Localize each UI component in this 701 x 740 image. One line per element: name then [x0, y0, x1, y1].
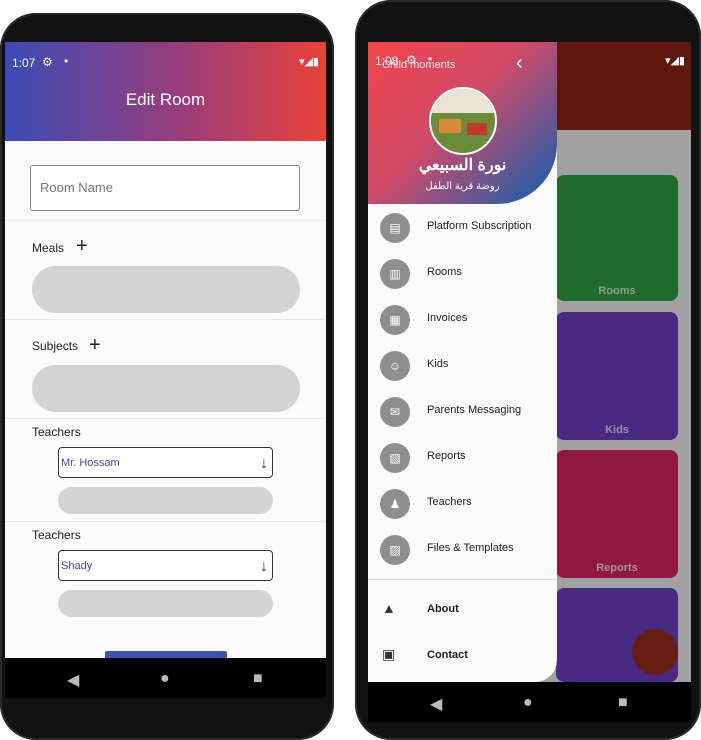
subscription-icon: ▤	[380, 213, 410, 243]
recents-nav-icon[interactable]: ■	[253, 670, 263, 688]
status-bar-right: ▾◢▮	[557, 42, 691, 78]
drawer-divider	[368, 579, 557, 580]
avatar-classroom-table	[439, 119, 461, 133]
user-organization: روضة قرية الطفل	[425, 181, 500, 192]
contact-icon: ▣	[382, 646, 396, 662]
drawer-item-invoices[interactable]: ▦ Invoices	[368, 300, 557, 340]
chevron-left-icon[interactable]: ‹	[516, 52, 523, 75]
drawer-header: 1:08 ⚙ • Child moments ‹ نورة السبيعي رو…	[368, 42, 557, 204]
teachers-label: Teachers	[32, 425, 81, 439]
messaging-icon: ✉	[380, 397, 410, 427]
drawer-item-label: Teachers	[427, 496, 472, 508]
drawer-item-label: Invoices	[427, 312, 468, 324]
drawer-item-about[interactable]: ▲ About	[368, 591, 557, 627]
home-nav-icon[interactable]: ●	[523, 694, 533, 712]
system-nav-bar: ◀ ● ■	[368, 682, 691, 722]
drawer-item-label: Reports	[427, 450, 466, 462]
teacher-select-value: Shady	[61, 560, 93, 572]
avatar	[429, 87, 497, 155]
invoice-icon: ▦	[380, 305, 410, 335]
reports-icon: ▧	[380, 443, 410, 473]
system-nav-bar: ◀ ● ■	[5, 658, 326, 698]
kids-icon: ☺	[380, 351, 410, 381]
right-phone-frame: Rooms Kids Reports 1:08 ⚙ • Child moment…	[355, 0, 701, 740]
teacher-select[interactable]: Shady ↓	[58, 550, 273, 581]
avatar-classroom-table	[467, 123, 487, 135]
page-title: Edit Room	[125, 90, 206, 109]
divider	[5, 418, 326, 419]
drawer-item-contact[interactable]: ▣ Contact	[368, 637, 557, 673]
drawer-item-rooms[interactable]: ▥ Rooms	[368, 254, 557, 294]
teacher-select[interactable]: Mr. Hossam ↓	[58, 447, 273, 478]
add-meal-button[interactable]: +	[76, 236, 88, 256]
teacher-select-value: Mr. Hossam	[61, 457, 120, 469]
settings-status-icon: ⚙	[42, 55, 53, 69]
arrow-down-icon: ↓	[260, 455, 268, 472]
drawer-item-platform-subscription[interactable]: ▤ Platform Subscription	[368, 208, 557, 248]
status-time: 1:07	[12, 56, 36, 70]
user-name: نورة السبيعي	[418, 157, 507, 174]
drawer-item-files-templates[interactable]: ▨ Files & Templates	[368, 530, 557, 570]
teacher-chip-area[interactable]	[58, 487, 273, 514]
drawer-item-label: Kids	[427, 358, 449, 370]
app-header: 1:07 ⚙ • ▾◢▮ Edit Room	[5, 42, 326, 141]
meals-chip-area[interactable]	[32, 266, 300, 313]
status-bar: 1:07 ⚙ • ▾◢▮	[5, 42, 326, 78]
drawer-item-label: Contact	[427, 649, 468, 661]
navigation-drawer: 1:08 ⚙ • Child moments ‹ نورة السبيعي رو…	[368, 42, 557, 682]
avatar-classroom-wall	[431, 89, 495, 113]
rooms-icon: ▥	[380, 259, 410, 289]
subjects-chip-area[interactable]	[32, 365, 300, 412]
room-name-input[interactable]	[30, 165, 300, 211]
signal-battery-icon: ▾◢▮	[298, 56, 319, 68]
left-phone-frame: 1:07 ⚙ • ▾◢▮ Edit Room Meals + Subjects …	[0, 13, 334, 740]
arrow-down-icon: ↓	[260, 558, 268, 575]
home-screen-with-drawer: Rooms Kids Reports 1:08 ⚙ • Child moment…	[368, 42, 691, 682]
drawer-item-label: Parents Messaging	[427, 404, 522, 416]
drawer-item-label: Rooms	[427, 266, 462, 278]
drawer-item-label: About	[427, 603, 459, 615]
back-nav-icon[interactable]: ◀	[430, 694, 442, 714]
drawer-item-parents-messaging[interactable]: ✉ Parents Messaging	[368, 392, 557, 432]
subjects-label: Subjects	[32, 339, 79, 353]
back-nav-icon[interactable]: ◀	[67, 670, 79, 690]
drawer-item-reports[interactable]: ▧ Reports	[368, 438, 557, 478]
divider	[5, 319, 326, 320]
teacher-icon: ♟	[380, 489, 410, 519]
teachers-label: Teachers	[32, 528, 81, 542]
notification-dot-icon: •	[64, 54, 69, 68]
divider	[5, 220, 326, 221]
drawer-item-label: Files & Templates	[427, 542, 514, 554]
app-title: Child moments	[382, 59, 456, 71]
recents-nav-icon[interactable]: ■	[618, 694, 628, 712]
drawer-item-label: Platform Subscription	[427, 220, 532, 232]
drawer-item-kids[interactable]: ☺ Kids	[368, 346, 557, 386]
warning-icon: ▲	[382, 600, 396, 616]
divider	[5, 521, 326, 522]
teacher-chip-area[interactable]	[58, 590, 273, 617]
edit-room-screen: 1:07 ⚙ • ▾◢▮ Edit Room Meals + Subjects …	[5, 42, 326, 682]
drawer-item-teachers[interactable]: ♟ Teachers	[368, 484, 557, 524]
files-icon: ▨	[380, 535, 410, 565]
meals-label: Meals	[32, 241, 65, 255]
home-nav-icon[interactable]: ●	[160, 670, 170, 688]
add-subject-button[interactable]: +	[89, 335, 101, 355]
signal-battery-icon: ▾◢▮	[664, 55, 685, 67]
